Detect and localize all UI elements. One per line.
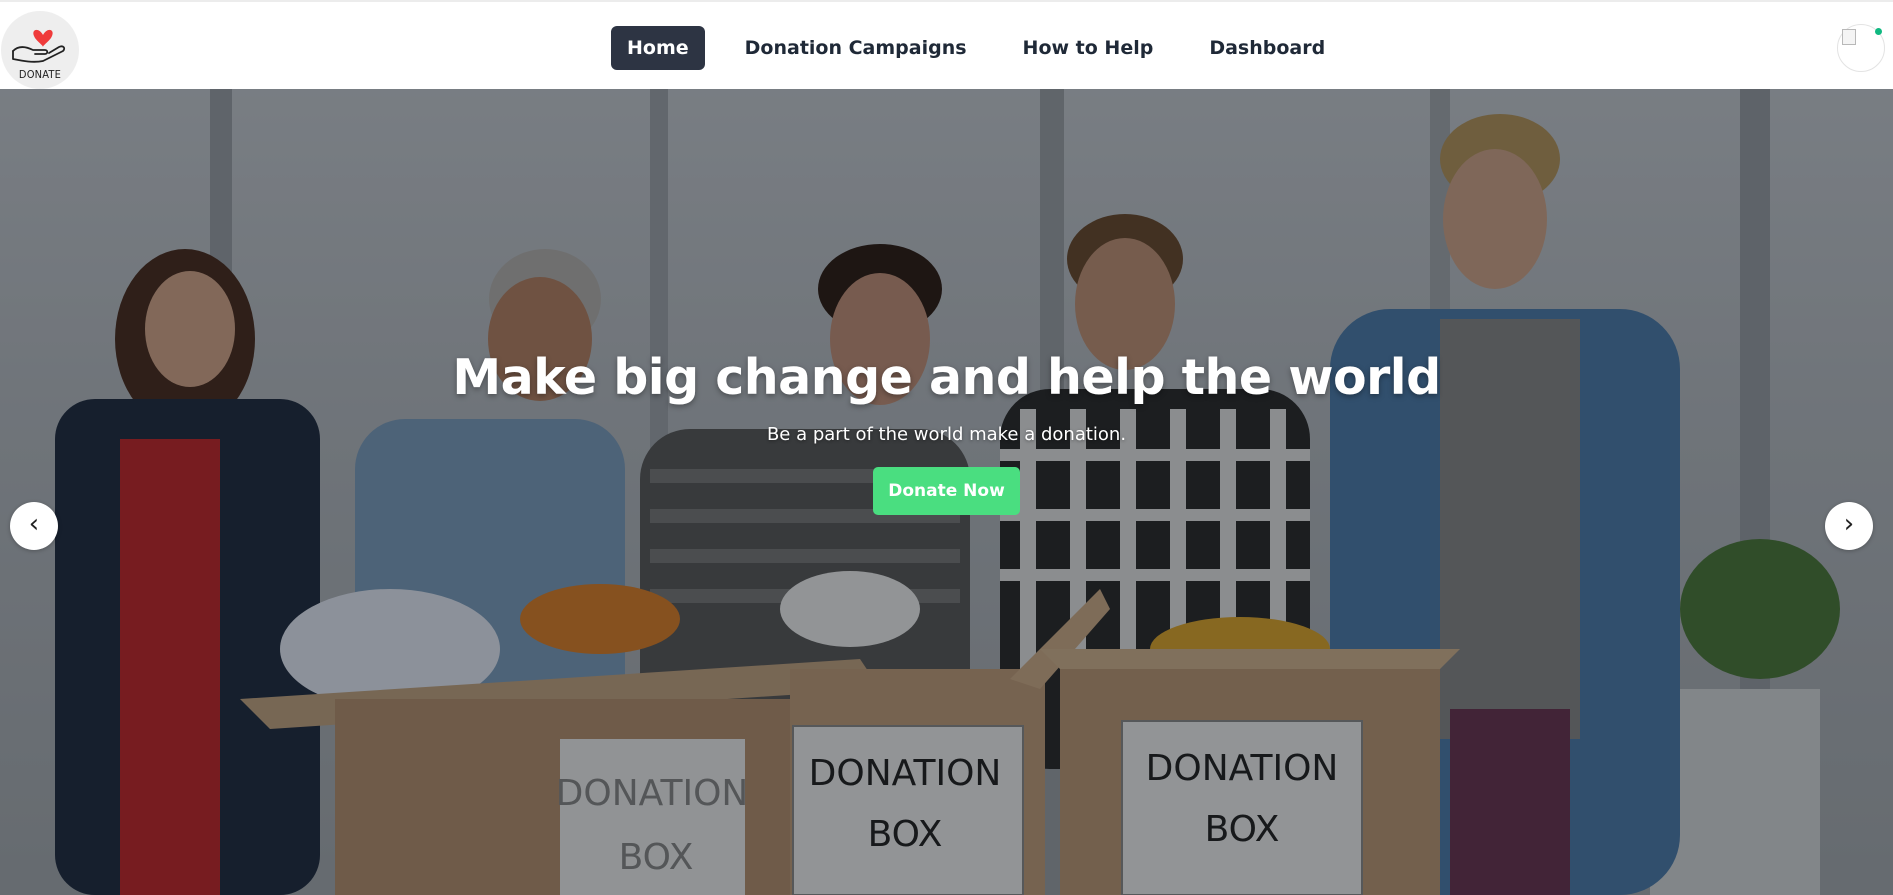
logo-text: DONATE	[18, 68, 62, 81]
donate-now-button[interactable]: Donate Now	[873, 467, 1020, 515]
user-avatar[interactable]	[1837, 24, 1885, 72]
chevron-right-icon[interactable]: ›	[1825, 502, 1873, 550]
online-status-indicator	[1875, 28, 1882, 35]
chevron-left-icon[interactable]: ‹	[10, 502, 58, 550]
nav-donation-campaigns[interactable]: Donation Campaigns	[729, 26, 983, 70]
top-navbar: DONATE Home Donation Campaigns How to He…	[0, 0, 1893, 89]
donate-logo[interactable]: DONATE	[1, 11, 79, 89]
hero-banner: DONATION BOX DONATION BOX DONATION BOX M…	[0, 89, 1893, 895]
nav-how-to-help[interactable]: How to Help	[1007, 26, 1170, 70]
hero-title: Make big change and help the world	[452, 349, 1441, 406]
hero-content: Make big change and help the world Be a …	[0, 349, 1893, 515]
nav-home[interactable]: Home	[611, 26, 705, 70]
hero-subtitle: Be a part of the world make a donation.	[766, 424, 1127, 445]
main-nav: Home Donation Campaigns How to Help Dash…	[611, 26, 1365, 70]
broken-image-icon	[1842, 29, 1856, 45]
hand-heart-icon	[12, 29, 66, 63]
nav-dashboard[interactable]: Dashboard	[1193, 26, 1341, 70]
